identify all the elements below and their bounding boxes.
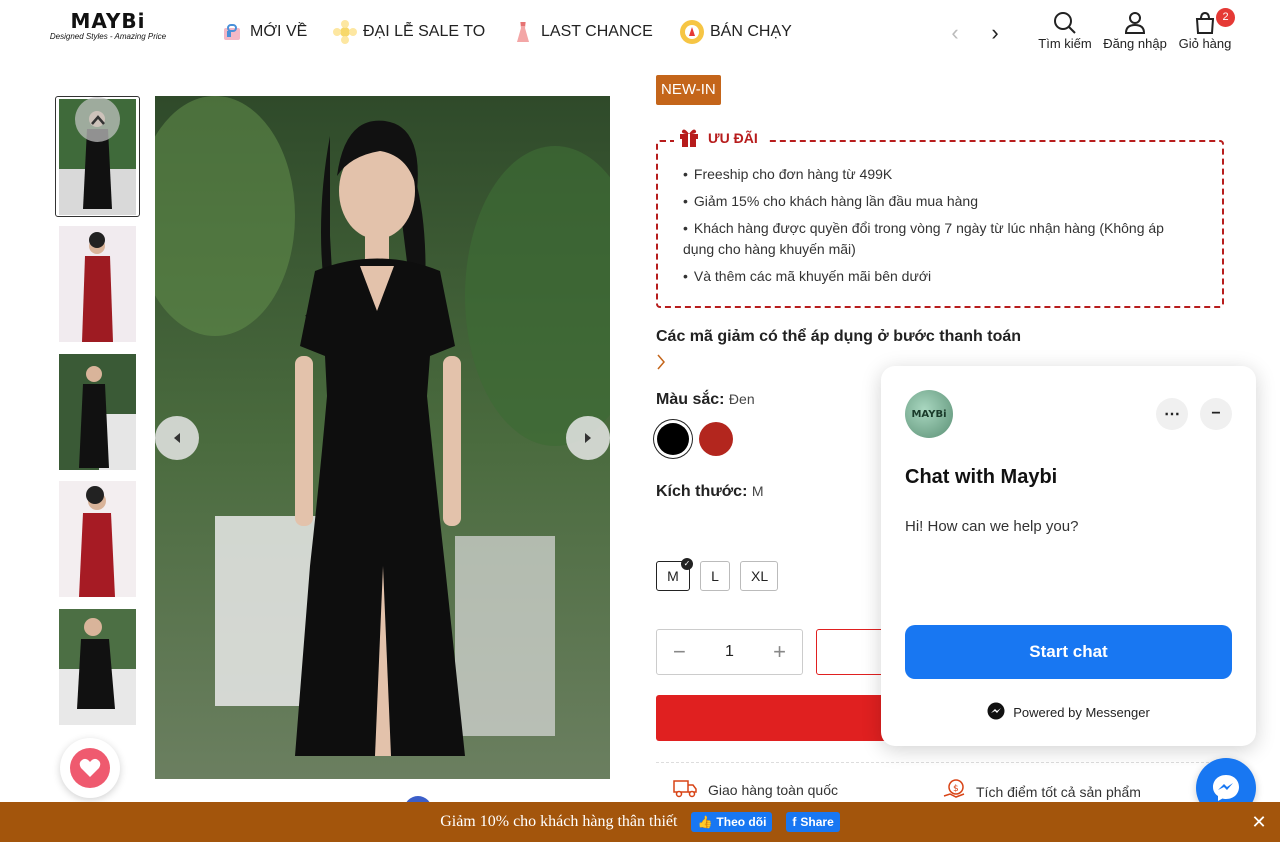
nav-item-last-chance[interactable]: LAST CHANCE	[511, 18, 653, 46]
nav-label: BÁN CHẠY	[710, 23, 792, 40]
logo-text: MAYBi	[70, 9, 146, 33]
size-value: M	[751, 483, 764, 499]
gift-icon	[678, 126, 700, 151]
facebook-icon: f	[792, 815, 797, 829]
search-button[interactable]: Tìm kiếm	[1030, 10, 1100, 56]
brand-logo[interactable]: MAYBi Designed Styles - Amazing Price	[46, 10, 170, 46]
coupon-section-title: Các mã giảm có thể áp dụng ở bước thanh …	[656, 328, 1022, 345]
cart-count-badge: 2	[1216, 8, 1235, 27]
divider	[656, 762, 1224, 763]
powered-by-label: Powered by Messenger	[1013, 705, 1150, 720]
cart-button[interactable]: Giỏ hàng 2	[1170, 8, 1240, 56]
start-chat-button[interactable]: Start chat	[905, 625, 1232, 679]
heart-icon	[70, 748, 110, 788]
size-option-label: M	[667, 568, 679, 584]
new-in-badge: NEW-IN	[656, 75, 721, 105]
logo-tagline: Designed Styles - Amazing Price	[49, 32, 167, 41]
site-header: MAYBi Designed Styles - Amazing Price MỚ…	[0, 0, 1280, 66]
chat-avatar: MAYBi	[905, 390, 953, 438]
checkmark-icon: ✓	[681, 558, 693, 570]
wishlist-button[interactable]	[60, 738, 120, 798]
main-product-image[interactable]	[155, 96, 610, 779]
size-option-label: L	[711, 568, 719, 584]
thumbnail-2[interactable]	[59, 226, 136, 342]
size-option-l[interactable]: L	[700, 561, 730, 591]
chevron-right-icon[interactable]	[656, 354, 672, 374]
login-label: Đăng nhập	[1103, 36, 1167, 51]
chat-title: Chat with Maybi	[905, 466, 1058, 488]
feature-label: Tích điểm tốt cả sản phẩm	[976, 783, 1141, 800]
sale-flower-icon	[333, 20, 357, 44]
cart-label: Giỏ hàng	[1178, 36, 1232, 51]
powered-by: Powered by Messenger	[881, 702, 1256, 723]
promo-item: Và thêm các mã khuyến mãi bên dưới	[683, 266, 1193, 287]
nav-item-sale[interactable]: ĐẠI LỄ SALE TO	[333, 18, 485, 46]
login-button[interactable]: Đăng nhập	[1100, 10, 1170, 56]
nav-label: LAST CHANCE	[541, 23, 653, 40]
more-options-icon[interactable]: ⋯	[1156, 398, 1188, 430]
messenger-chat-popup: MAYBi ⋯ − Chat with Maybi Hi! How can we…	[881, 366, 1256, 746]
color-row: Màu sắc: Đen	[656, 391, 755, 409]
thumbnail-5[interactable]	[59, 609, 136, 725]
svg-text:$: $	[953, 784, 959, 794]
follow-label: Theo dõi	[716, 815, 767, 829]
chevron-right-icon	[585, 433, 591, 443]
promo-list: Freeship cho đơn hàng từ 499K Giảm 15% c…	[683, 164, 1193, 293]
buy-now-button[interactable]	[656, 695, 916, 741]
messenger-icon	[987, 702, 1005, 723]
quantity-value[interactable]: 1	[725, 643, 734, 661]
share-label: Share	[800, 815, 834, 829]
minus-icon[interactable]: −	[673, 639, 686, 665]
feature-label: Giao hàng toàn quốc	[708, 781, 838, 798]
image-prev-button[interactable]	[155, 416, 199, 460]
promo-title: ƯU ĐÃI	[708, 130, 758, 146]
thumbnail-scroll-up-button[interactable]	[75, 97, 120, 142]
reward-points-icon: $	[942, 778, 966, 805]
quantity-stepper: − 1 +	[656, 629, 803, 675]
user-icon	[1100, 10, 1170, 36]
promo-item: Khách hàng được quyền đổi trong vòng 7 n…	[683, 218, 1193, 260]
chat-subtitle: Hi! How can we help you?	[905, 518, 1079, 535]
nav-item-new-arrivals[interactable]: MỚI VỀ	[220, 18, 307, 46]
bestseller-badge-icon	[680, 20, 704, 44]
nav-next-arrow-icon[interactable]: ›	[985, 22, 1005, 44]
promo-header: ƯU ĐÃI	[674, 126, 766, 150]
image-next-button[interactable]	[566, 416, 610, 460]
facebook-follow-button[interactable]: 👍 Theo dõi	[691, 812, 773, 832]
thumbnail-4[interactable]	[59, 481, 136, 597]
delivery-truck-icon	[672, 778, 698, 801]
feature-points: $ Tích điểm tốt cả sản phẩm	[942, 778, 1141, 805]
minimize-icon[interactable]: −	[1200, 398, 1232, 430]
size-label: Kích thước:	[656, 483, 748, 500]
shopping-bag-icon	[220, 20, 244, 44]
size-option-m[interactable]: M ✓	[656, 558, 693, 591]
feature-shipping: Giao hàng toàn quốc	[672, 778, 838, 801]
color-label: Màu sắc:	[656, 391, 725, 408]
bottom-promo-text: Giảm 10% cho khách hàng thân thiết	[440, 813, 678, 830]
promo-item: Giảm 15% cho khách hàng lần đầu mua hàng	[683, 191, 1193, 212]
nav-prev-arrow-icon[interactable]: ‹	[945, 22, 965, 44]
color-swatch-red[interactable]	[699, 422, 733, 456]
thumbnail-3[interactable]	[59, 354, 136, 470]
plus-icon[interactable]: +	[773, 639, 786, 665]
color-value: Đen	[728, 391, 755, 407]
chevron-left-icon	[174, 433, 180, 443]
thumbs-up-icon: 👍	[697, 815, 713, 829]
bottom-promo-bar: Giảm 10% cho khách hàng thân thiết 👍 The…	[0, 802, 1280, 842]
size-option-xl[interactable]: XL	[740, 561, 778, 591]
nav-label: MỚI VỀ	[250, 23, 308, 40]
dress-icon	[511, 20, 535, 44]
messenger-icon	[1213, 775, 1239, 801]
search-icon	[1030, 10, 1100, 36]
facebook-share-button[interactable]: f Share	[786, 812, 840, 832]
search-label: Tìm kiếm	[1038, 36, 1092, 51]
nav-label: ĐẠI LỄ SALE TO	[363, 23, 486, 40]
nav-item-bestsellers[interactable]: BÁN CHẠY	[680, 18, 792, 46]
close-icon[interactable]: ✕	[1250, 813, 1268, 831]
promo-item: Freeship cho đơn hàng từ 499K	[683, 164, 1193, 185]
size-option-label: XL	[751, 568, 769, 584]
chevron-up-icon	[90, 114, 105, 125]
size-row: Kích thước: M	[656, 483, 764, 501]
color-swatch-black[interactable]	[657, 423, 689, 455]
